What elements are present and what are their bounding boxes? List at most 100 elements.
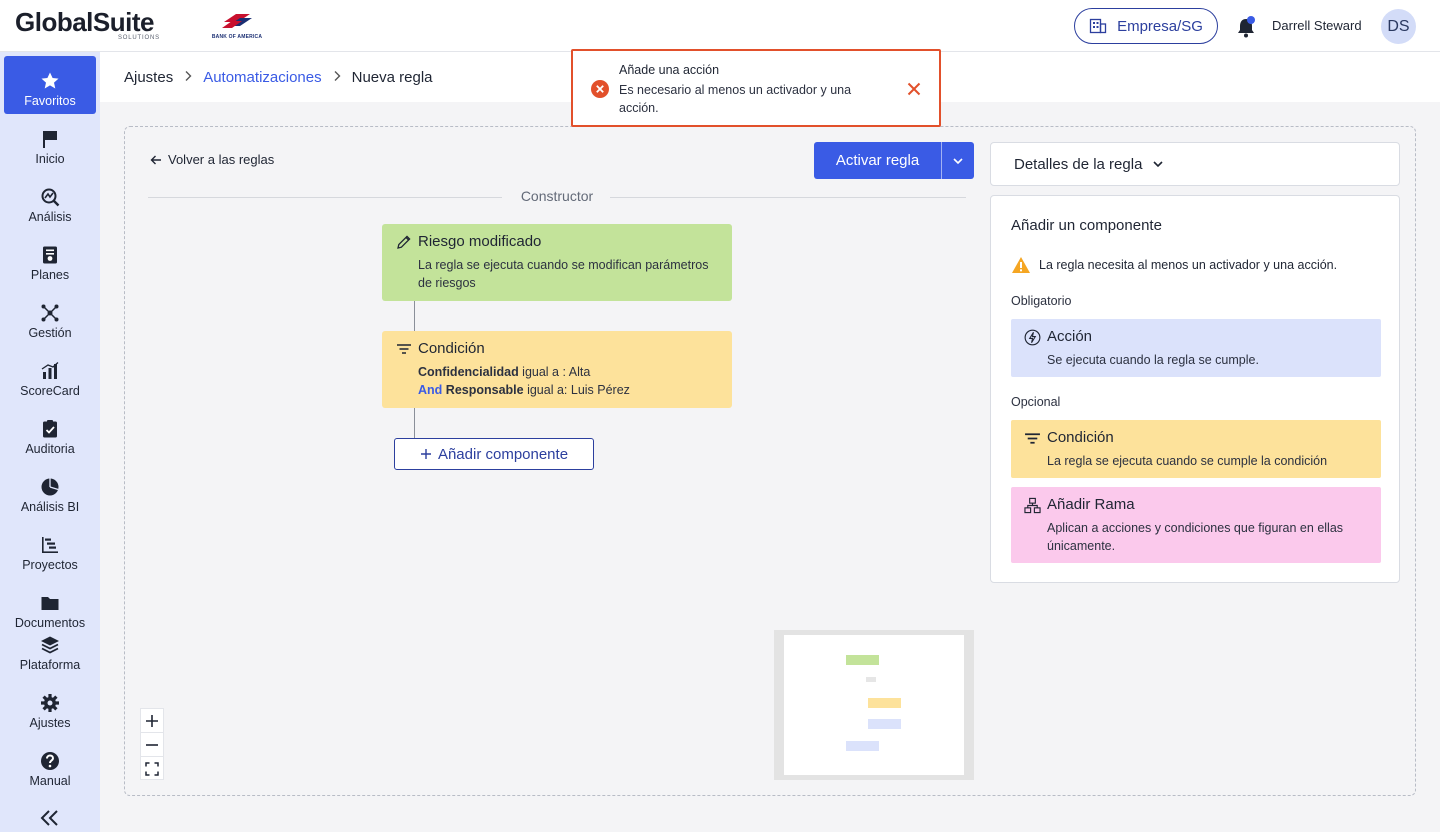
sidebar-item-manual[interactable]: Manual [4, 736, 96, 794]
building-icon [1089, 18, 1107, 34]
sidebar-item-label: Favoritos [24, 94, 76, 108]
sidebar-item-label: Auditoria [25, 442, 75, 456]
plus-icon [146, 714, 158, 727]
sidebar-item-label: Inicio [35, 152, 65, 166]
add-component-panel: Añadir un componente La regla necesita a… [990, 195, 1400, 583]
breadcrumb-parent[interactable]: Automatizaciones [203, 69, 321, 86]
constructor-label: Constructor [520, 188, 594, 204]
zoom-in-button[interactable] [141, 709, 163, 733]
minimap-node [846, 741, 879, 751]
sidebar-item-proyectos[interactable]: Proyectos [4, 520, 96, 578]
pie-chart-icon [41, 478, 59, 496]
component-action[interactable]: Acción Se ejecuta cuando la regla se cum… [1011, 319, 1381, 377]
fit-view-button[interactable] [141, 757, 163, 781]
add-component-label: Añadir componente [437, 445, 569, 463]
condition-field-2: Responsable [445, 383, 524, 397]
component-branch-title: Añadir Rama [1047, 496, 1135, 513]
back-label: Volver a las reglas [168, 152, 275, 167]
back-to-rules-link[interactable]: Volver a las reglas [150, 152, 274, 167]
activate-rule-button[interactable]: Activar regla [814, 142, 974, 179]
component-action-description: Se ejecuta cuando la regla se cumple. [1047, 353, 1259, 367]
partner-flag-icon [222, 14, 252, 28]
sidebar-item-planes[interactable]: Planes [4, 230, 96, 288]
activate-options-button[interactable] [941, 142, 974, 179]
star-icon [41, 72, 59, 89]
avatar[interactable]: DS [1381, 9, 1416, 44]
trigger-card[interactable]: Riesgo modificado La regla se ejecuta cu… [382, 224, 732, 301]
breadcrumb-current: Nueva regla [351, 68, 433, 86]
sidebar-item-label: Análisis [28, 210, 72, 224]
sidebar-item-analisis[interactable]: Análisis [4, 172, 96, 230]
toast-message: Es necesario al menos un activador y una… [619, 83, 852, 115]
plans-icon [43, 246, 57, 264]
company-button[interactable]: Empresa/SG [1074, 8, 1218, 44]
minimap-node [868, 698, 901, 708]
sidebar-item-inicio[interactable]: Inicio [4, 114, 96, 172]
chevron-right-icon [322, 69, 352, 86]
condition-rest-1: igual a : Alta [518, 365, 591, 379]
condition-operator: And [418, 383, 443, 397]
condition-line-1: Confidencialidad igual a : Alta [418, 363, 718, 381]
flag-icon [43, 131, 57, 148]
condition-line-2: And Responsable igual a: Luis Pérez [418, 381, 718, 399]
brand-logo[interactable]: GlobalSuite SOLUTIONS [15, 8, 159, 41]
collapse-sidebar-icon[interactable] [38, 808, 62, 828]
sidebar-item-analisis-bi[interactable]: Análisis BI [4, 462, 96, 520]
bolt-icon [1024, 329, 1041, 346]
layers-icon [41, 636, 59, 654]
notification-dot [1247, 16, 1255, 24]
error-toast: Añade una acción Es necesario al menos u… [571, 49, 941, 127]
sidebar-item-auditoria[interactable]: Auditoria [4, 404, 96, 462]
flow-connector [414, 301, 415, 331]
component-condition-title: Condición [1047, 429, 1114, 446]
sidebar-item-label: Planes [30, 268, 70, 282]
sidebar-item-ajustes[interactable]: Ajustes [4, 678, 96, 736]
toast-title: Añade una acción [619, 63, 720, 77]
company-label: Empresa/SG [1117, 17, 1203, 35]
sidebar-item-label: Gestión [28, 326, 72, 340]
optional-label: Opcional [1011, 395, 1061, 409]
top-bar: GlobalSuite SOLUTIONS BANK OF AMERICA Em… [0, 0, 1440, 52]
gear-icon [41, 694, 59, 712]
sidebar-item-favoritos[interactable]: Favoritos [4, 56, 96, 114]
component-condition[interactable]: Condición La regla se ejecuta cuando se … [1011, 420, 1381, 478]
sidebar-item-label: Ajustes [29, 716, 71, 730]
arrow-left-icon [150, 155, 161, 164]
condition-rest-2: igual a: Luis Pérez [523, 383, 630, 397]
error-icon [591, 80, 609, 98]
sidebar-item-plataforma[interactable]: Plataforma [4, 620, 96, 678]
zoom-out-button[interactable] [141, 733, 163, 757]
breadcrumb-root[interactable]: Ajustes [124, 69, 173, 86]
pencil-icon [397, 235, 411, 249]
sidebar-item-label: Manual [29, 774, 71, 788]
panel-warning: La regla necesita al menos un activador … [1011, 256, 1337, 274]
bar-chart-icon [41, 362, 59, 379]
component-branch[interactable]: Añadir Rama Aplican a acciones y condici… [1011, 487, 1381, 563]
folder-icon [41, 597, 59, 610]
brand-subtitle: SOLUTIONS [118, 35, 160, 41]
user-name[interactable]: Darrell Steward [1272, 18, 1362, 33]
add-component-button[interactable]: Añadir componente [394, 438, 594, 470]
sidebar-item-gestion[interactable]: Gestión [4, 288, 96, 346]
minimap[interactable] [774, 630, 974, 780]
warning-text: La regla necesita al menos un activador … [1039, 258, 1338, 272]
component-action-title: Acción [1047, 328, 1093, 345]
minimap-node [866, 677, 876, 682]
chevron-right-icon [173, 69, 203, 86]
filter-icon [397, 344, 411, 354]
fullscreen-icon [145, 762, 159, 776]
minimap-node [846, 655, 879, 665]
notifications-button[interactable] [1236, 16, 1256, 38]
condition-card[interactable]: Condición Confidencialidad igual a : Alt… [382, 331, 732, 408]
trigger-description: La regla se ejecuta cuando se modifican … [418, 258, 709, 290]
sidebar-item-label: Análisis BI [20, 500, 80, 514]
panel-title: Añadir un componente [1011, 217, 1162, 234]
minimap-node [868, 719, 901, 729]
close-icon[interactable] [905, 80, 923, 98]
required-label: Obligatorio [1011, 294, 1072, 308]
rule-details-toggle[interactable]: Detalles de la regla [990, 142, 1400, 186]
zoom-controls [140, 708, 164, 780]
activate-rule-label: Activar regla [835, 152, 920, 169]
sidebar-item-scorecard[interactable]: ScoreCard [4, 346, 96, 404]
minus-icon [146, 743, 158, 746]
